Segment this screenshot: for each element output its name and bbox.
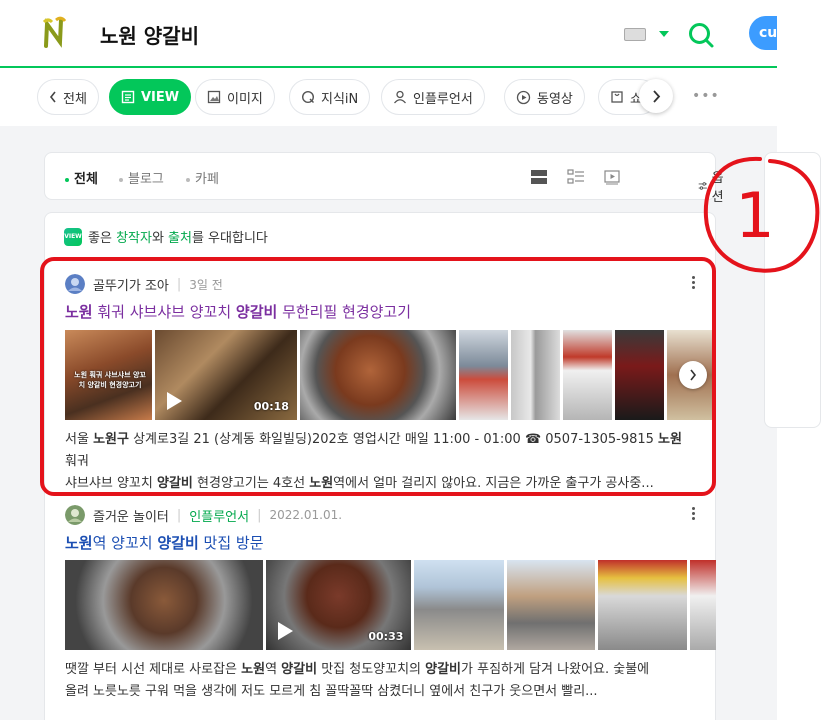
tab-label: 인플루언서 [413,91,473,107]
post-2-meta: 즐거운 놀이터 | 인플루언서 | 2022.01.01. [65,505,342,525]
document-icon [121,90,135,104]
filter-cafe[interactable]: 카페 [186,168,219,187]
thumbnail[interactable] [414,560,504,650]
thumbnails-next-button[interactable] [679,361,707,389]
bag-icon [611,91,623,103]
chevron-right-icon [652,89,660,103]
tab-label: 전체 [63,91,87,107]
side-panel-card [764,152,821,428]
post-1-meta: 골뚜기가 조아 | 3일 전 [65,274,223,294]
video-thumbnail[interactable]: 00:33 [266,560,412,650]
caret-down-icon[interactable] [659,31,669,37]
tab-view[interactable]: VIEW [109,79,192,115]
thumbnail-caption: 노원 훠궈 샤브샤브 양꼬치 양갈비 현경양고기 [74,371,146,389]
filter-label: 블로그 [128,172,164,187]
filter-label: 카페 [195,172,219,187]
thumbnail[interactable] [597,560,688,650]
thumbnail[interactable] [299,330,457,420]
q-bubble-icon [301,90,315,104]
filter-blog[interactable]: 블로그 [119,168,164,187]
person-icon [394,90,406,104]
naver-logo[interactable] [40,16,68,50]
author-name[interactable]: 즐거운 놀이터 [93,506,169,525]
tab-label: 동영상 [537,91,573,107]
image-icon [207,90,221,104]
list-view-icon[interactable] [531,169,547,185]
chevron-left-icon [49,91,56,103]
options-label: 옵션 [711,171,724,205]
card-view-icon[interactable] [567,169,585,185]
options-button[interactable]: 옵션 [698,167,728,205]
excerpt-line-1: 서울 노원구 상계로3길 21 (상계동 화일빌딩)202호 영업시간 매일 1… [65,432,682,469]
view-banner: VIEW 좋은 창작자와 출처를 우대합니다 [64,227,268,246]
thumbnail[interactable]: 노원 훠궈 샤브샤브 양꼬치 양갈비 현경양고기 [65,330,153,420]
tab-video[interactable]: 동영상 [504,79,585,115]
thumbnail[interactable] [506,560,595,650]
post-1-title[interactable]: 노원 훠궈 샤브샤브 양꼬치 양갈비 무한리필 현경양고기 [65,301,411,322]
keyboard-icon[interactable] [624,28,646,41]
excerpt-line-2: 올려 노릇노릇 구워 먹을 생각에 저도 모르게 침 꼴딱꼴딱 삼켰더니 옆에서… [65,684,598,699]
filter-label: 전체 [74,172,98,187]
post-time: 3일 전 [189,277,223,292]
banner-text: 좋은 창작자와 출처를 우대합니다 [88,231,268,246]
avatar[interactable] [65,505,85,525]
play-icon [167,392,183,410]
view-badge: VIEW [64,227,82,246]
post-2-title[interactable]: 노원역 양꼬치 양갈비 맛집 방문 [65,532,264,553]
tab-label: 지식iN [321,91,359,107]
play-icon [278,622,294,640]
video-thumbnail[interactable]: 00:18 [155,330,297,420]
sliders-icon [698,182,707,190]
thumbnail[interactable] [690,560,716,650]
thumbnail[interactable] [65,560,264,650]
video-view-icon[interactable] [604,169,622,185]
post-1-thumbnails: 노원 훠궈 샤브샤브 양꼬치 양갈비 현경양고기 00:18 [65,330,716,420]
more-icon[interactable]: ••• [692,88,720,104]
search-icon[interactable] [687,21,715,49]
chevron-right-icon [690,369,697,381]
tab-image[interactable]: 이미지 [195,79,275,115]
tabs-next-button[interactable] [639,79,673,113]
author-name[interactable]: 골뚜기가 조아 [93,275,169,294]
post-time: 2022.01.01. [269,508,343,522]
filter-bar: 전체 블로그 카페 옵션 [44,152,724,205]
tab-all[interactable]: 전체 [37,79,99,115]
tab-kin[interactable]: 지식iN [289,79,371,115]
tab-label: VIEW [141,89,180,105]
post-2-excerpt[interactable]: 땟깔 부터 시선 제대로 사로잡은 노원역 양갈비 맛집 청도양꼬치의 양갈비가… [65,659,695,703]
play-circle-icon [516,90,531,104]
post-1-menu-icon[interactable] [692,276,696,291]
tab-label: 이미지 [227,91,263,107]
avatar[interactable] [65,274,85,294]
post-2-thumbnails: 00:33 [65,560,716,650]
post-2-menu-icon[interactable] [692,507,696,522]
excerpt-line-1: 땟깔 부터 시선 제대로 사로잡은 노원역 양갈비 맛집 청도양꼬치의 양갈비가… [65,662,650,677]
excerpt-line-2: 샤브샤브 양꼬치 양갈비 현경양고기는 4호선 노원역에서 얼마 걸리지 않아요… [65,476,654,491]
thumbnail[interactable] [563,330,613,420]
filter-all[interactable]: 전체 [65,168,98,187]
thumbnail[interactable] [511,330,561,420]
video-duration: 00:33 [368,630,404,643]
influencer-badge[interactable]: 인플루언서 [189,506,249,525]
post-1-excerpt[interactable]: 서울 노원구 상계로3길 21 (상계동 화일빌딩)202호 영업시간 매일 1… [65,429,695,495]
thumbnail[interactable] [615,330,665,420]
user-button[interactable]: cu [749,16,777,50]
video-duration: 00:18 [253,400,289,413]
tab-influencer[interactable]: 인플루언서 [381,79,485,115]
thumbnail[interactable] [459,330,509,420]
search-header: 노원 양갈비 cu [0,0,777,68]
search-query[interactable]: 노원 양갈비 [100,20,199,49]
